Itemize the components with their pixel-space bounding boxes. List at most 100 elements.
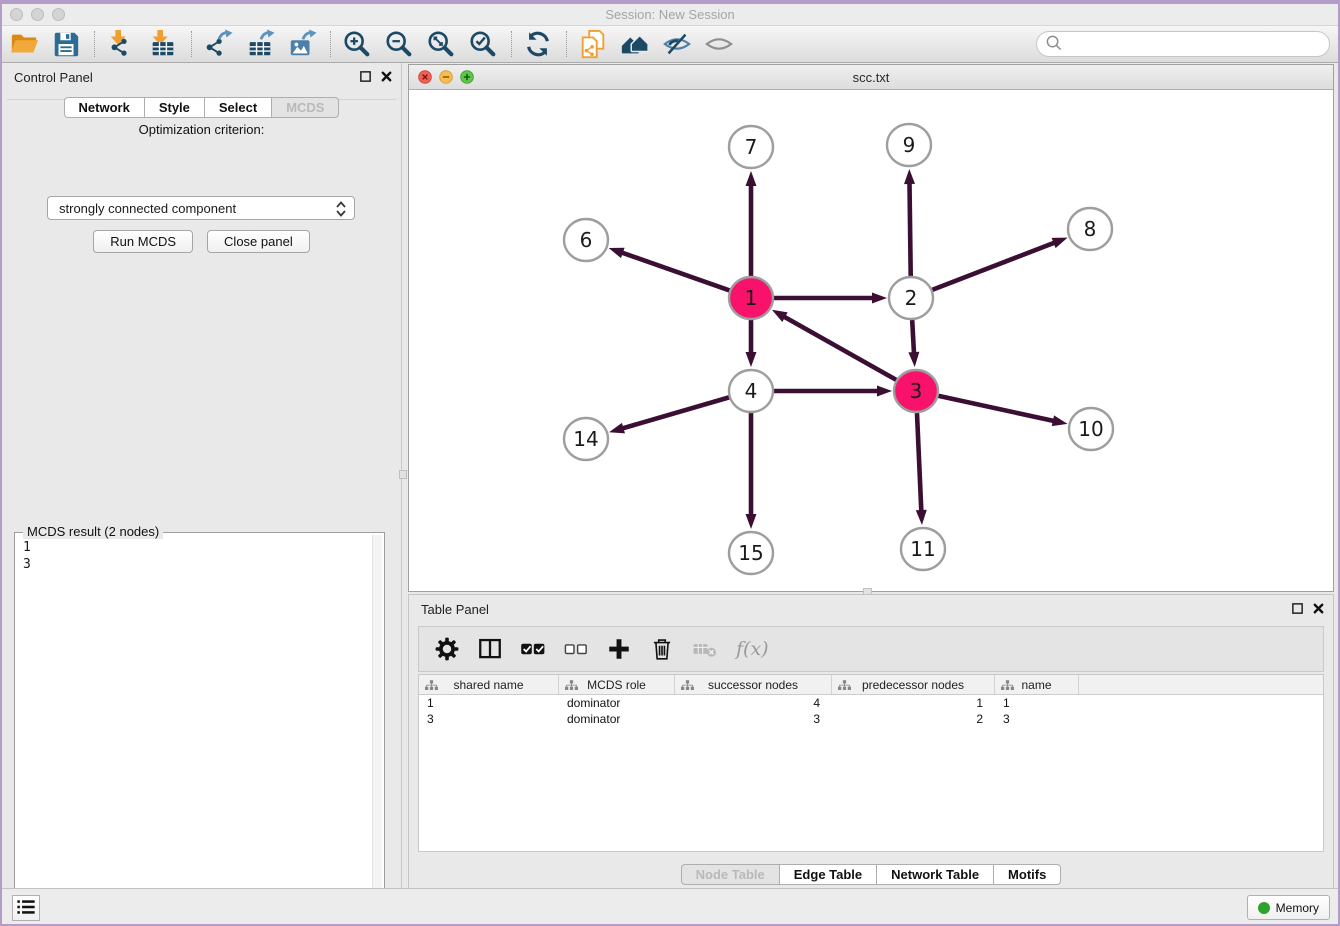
application-window: Session: New Session Control Panel Netwo… xyxy=(2,4,1338,924)
table-options-gear-icon[interactable] xyxy=(433,635,461,663)
edge-arrowhead xyxy=(1052,415,1068,426)
status-bar: Memory xyxy=(2,888,1338,924)
column-type-icon xyxy=(838,680,851,694)
column-header-label: MCDS role xyxy=(587,678,646,692)
tab-style[interactable]: Style xyxy=(144,97,204,118)
column-header-MCDS-role[interactable]: MCDS role xyxy=(559,675,675,694)
zoom-in-icon[interactable] xyxy=(340,27,374,61)
vertical-split-handle[interactable] xyxy=(399,470,407,479)
column-header-shared-name[interactable]: shared name xyxy=(419,675,559,694)
table-cell[interactable]: 3 xyxy=(419,711,559,727)
search-input[interactable] xyxy=(1067,34,1329,54)
hide-graphics-details-icon[interactable] xyxy=(660,27,694,61)
select-all-columns-icon[interactable] xyxy=(519,635,547,663)
mcds-result-text[interactable]: 1 3 xyxy=(17,535,371,907)
apply-preferred-layout-icon[interactable] xyxy=(618,27,652,61)
column-header-predecessor-nodes[interactable]: predecessor nodes xyxy=(832,675,995,694)
split-columns-view-icon[interactable] xyxy=(476,635,504,663)
table-panel-title: Table Panel xyxy=(421,602,489,617)
task-history-button[interactable] xyxy=(12,895,40,921)
edge-arrowhead xyxy=(908,352,919,367)
save-session-icon[interactable] xyxy=(49,27,83,61)
network-canvas[interactable]: 7968124314101511 xyxy=(409,90,1333,591)
refresh-view-icon[interactable] xyxy=(521,27,555,61)
zoom-selected-icon[interactable] xyxy=(466,27,500,61)
close-panel-button[interactable]: Close panel xyxy=(207,230,310,253)
show-graphics-details-icon[interactable] xyxy=(702,27,736,61)
edge-2-9[interactable] xyxy=(909,179,910,276)
control-panel-close-icon[interactable] xyxy=(380,70,393,83)
app-titlebar: Session: New Session xyxy=(2,4,1338,26)
table-panel-close-icon[interactable] xyxy=(1312,602,1325,615)
table-header-row: shared name MCDS role successor nodesprede… xyxy=(419,675,1323,695)
optimization-criterion-select[interactable]: strongly connected component xyxy=(47,196,355,220)
edge-2-3[interactable] xyxy=(912,320,914,357)
column-header-successor-nodes[interactable]: successor nodes xyxy=(675,675,832,694)
table-cell[interactable]: 1 xyxy=(419,695,559,711)
add-column-icon[interactable] xyxy=(605,635,633,663)
tab-network-table[interactable]: Network Table xyxy=(876,864,993,885)
tab-motifs[interactable]: Motifs xyxy=(993,864,1061,885)
import-network-icon[interactable] xyxy=(104,27,138,61)
edge-3-11[interactable] xyxy=(917,413,922,515)
edge-arrowhead xyxy=(746,514,757,529)
column-type-icon xyxy=(425,680,438,694)
export-image-icon[interactable] xyxy=(285,27,319,61)
import-table-icon[interactable] xyxy=(146,27,180,61)
column-header-name[interactable]: name xyxy=(995,675,1079,694)
table-panel-float-icon[interactable] xyxy=(1291,602,1304,615)
table-row[interactable]: 3dominator323 xyxy=(419,711,1323,727)
open-session-icon[interactable] xyxy=(7,27,41,61)
run-mcds-button[interactable]: Run MCDS xyxy=(93,230,193,253)
column-header-label: shared name xyxy=(453,678,523,692)
table-cell[interactable]: 4 xyxy=(675,695,832,711)
delete-columns-icon[interactable] xyxy=(648,635,676,663)
memory-label: Memory xyxy=(1276,901,1319,915)
table-cell[interactable]: 3 xyxy=(995,711,1079,727)
tab-mcds[interactable]: MCDS xyxy=(271,97,339,118)
column-header-label: name xyxy=(1021,678,1051,692)
table-toolbar: f(x) xyxy=(418,626,1324,672)
toolbar-separator xyxy=(330,31,331,57)
export-table-icon[interactable] xyxy=(243,27,277,61)
toolbar-separator xyxy=(511,31,512,57)
node-label-6: 6 xyxy=(580,228,593,252)
duplicate-network-icon[interactable] xyxy=(576,27,610,61)
node-label-11: 11 xyxy=(910,537,935,561)
table-cell[interactable]: dominator xyxy=(559,695,675,711)
table-row[interactable]: 1dominator411 xyxy=(419,695,1323,711)
edge-3-1[interactable] xyxy=(780,315,896,381)
column-type-icon xyxy=(681,680,694,694)
node-table[interactable]: shared name MCDS role successor nodesprede… xyxy=(418,674,1324,852)
edge-2-8[interactable] xyxy=(932,241,1059,290)
tab-edge-table[interactable]: Edge Table xyxy=(779,864,876,885)
zoom-fit-icon[interactable] xyxy=(424,27,458,61)
edge-arrowhead xyxy=(746,352,757,367)
table-cell[interactable]: 1 xyxy=(832,695,995,711)
table-cell[interactable]: 1 xyxy=(995,695,1079,711)
memory-button[interactable]: Memory xyxy=(1247,895,1330,920)
search-box[interactable] xyxy=(1036,31,1330,57)
table-cell[interactable]: 2 xyxy=(832,711,995,727)
export-network-icon[interactable] xyxy=(201,27,235,61)
table-cell[interactable]: dominator xyxy=(559,711,675,727)
edge-arrowhead xyxy=(609,248,625,258)
result-scrollbar[interactable] xyxy=(372,535,382,907)
edge-3-10[interactable] xyxy=(937,396,1058,422)
zoom-out-icon[interactable] xyxy=(382,27,416,61)
tab-network[interactable]: Network xyxy=(64,97,144,118)
network-window-titlebar: scc.txt xyxy=(409,65,1333,90)
node-label-15: 15 xyxy=(738,541,763,565)
control-panel-tabs: NetworkStyleSelectMCDS xyxy=(2,97,401,118)
control-panel-float-icon[interactable] xyxy=(359,70,372,83)
network-window-title: scc.txt xyxy=(409,70,1333,85)
node-label-4: 4 xyxy=(745,379,758,403)
window-title: Session: New Session xyxy=(2,7,1338,22)
deselect-all-columns-icon[interactable] xyxy=(562,635,590,663)
tab-select[interactable]: Select xyxy=(204,97,271,118)
table-cell[interactable]: 3 xyxy=(675,711,832,727)
tab-node-table[interactable]: Node Table xyxy=(681,864,779,885)
edge-arrowhead xyxy=(1052,238,1068,249)
edge-1-6[interactable] xyxy=(618,251,730,291)
edge-4-14[interactable] xyxy=(618,397,729,429)
